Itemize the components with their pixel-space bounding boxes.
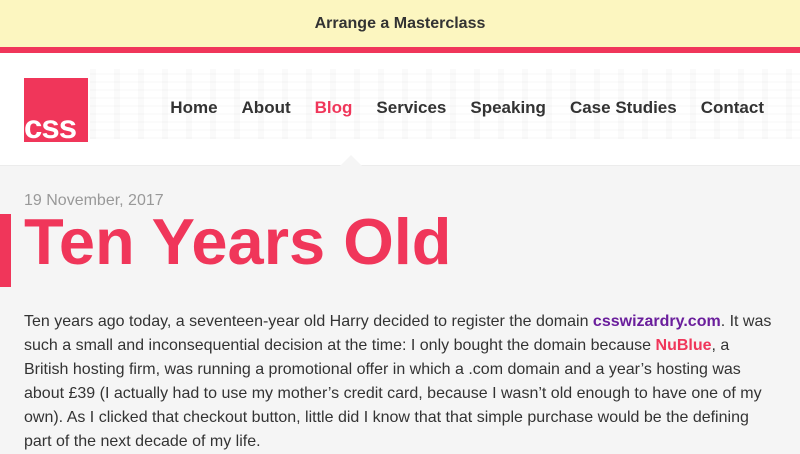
body-text: Ten years ago today, a seventeen-year ol… bbox=[24, 313, 593, 330]
post-body: Ten years ago today, a seventeen-year ol… bbox=[24, 310, 776, 454]
site-logo[interactable]: css bbox=[24, 78, 88, 142]
nav-item-speaking[interactable]: Speaking bbox=[470, 98, 546, 118]
nav-item-blog[interactable]: Blog bbox=[315, 98, 353, 118]
csswizardry-link[interactable]: csswizardry.com bbox=[593, 313, 721, 330]
promo-banner: Arrange a Masterclass bbox=[0, 0, 800, 53]
post-title: Ten Years Old bbox=[24, 205, 452, 278]
logo-text: css bbox=[24, 108, 77, 142]
main-nav: Home About Blog Services Speaking Case S… bbox=[170, 98, 764, 118]
nav-item-contact[interactable]: Contact bbox=[701, 98, 764, 118]
site-header: css Home About Blog Services Speaking Ca… bbox=[0, 53, 800, 166]
masterclass-link[interactable]: Arrange a Masterclass bbox=[315, 15, 486, 33]
nav-item-case-studies[interactable]: Case Studies bbox=[570, 98, 677, 118]
nav-item-home[interactable]: Home bbox=[170, 98, 217, 118]
title-accent-bar bbox=[0, 214, 11, 287]
active-nav-pointer bbox=[340, 155, 362, 166]
nav-item-services[interactable]: Services bbox=[376, 98, 446, 118]
nublue-link[interactable]: NuBlue bbox=[656, 337, 712, 354]
nav-item-about[interactable]: About bbox=[242, 98, 291, 118]
